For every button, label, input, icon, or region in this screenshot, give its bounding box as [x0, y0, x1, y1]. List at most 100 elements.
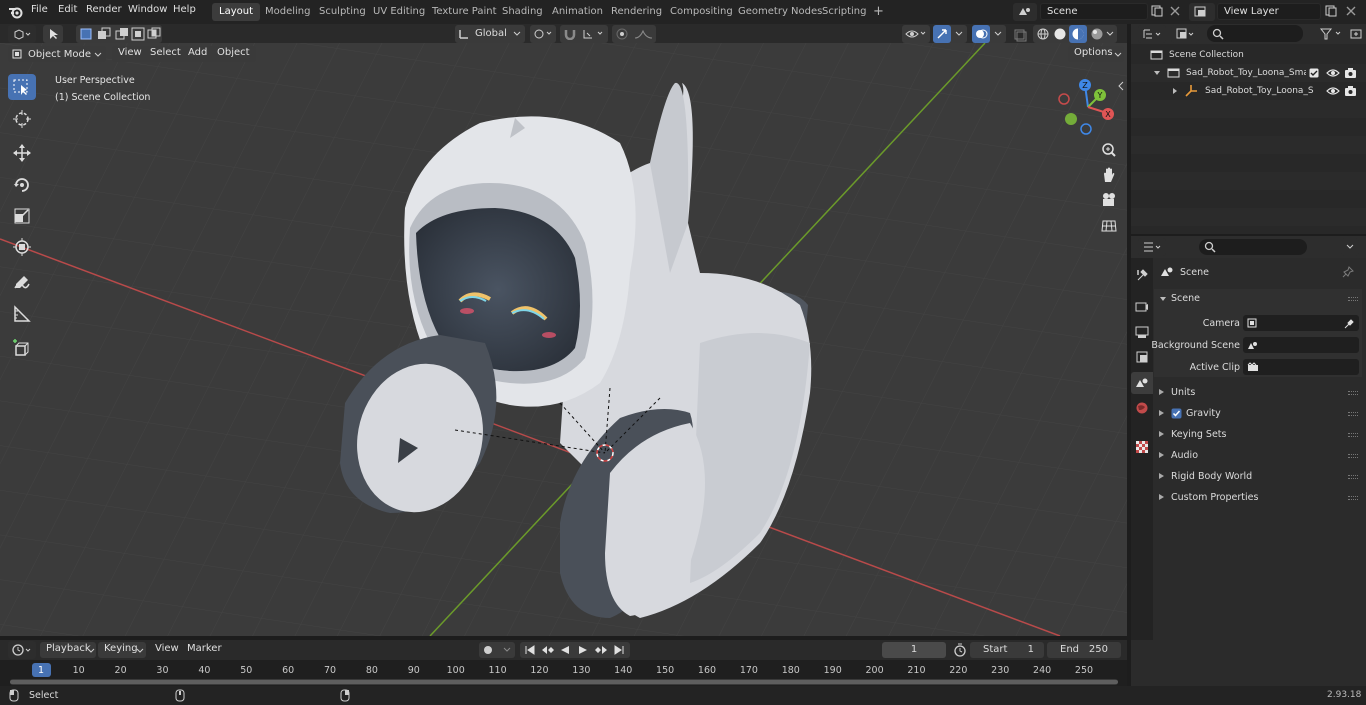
next-keyframe-icon[interactable] — [594, 645, 608, 655]
gizmo-neg-z[interactable] — [1080, 123, 1092, 135]
tab-modeling[interactable]: Modeling — [258, 3, 318, 21]
tab-layout[interactable]: Layout — [212, 3, 260, 21]
properties-editor-type-button[interactable] — [1138, 238, 1166, 256]
tool-add-cube[interactable] — [8, 336, 36, 362]
marker-menu[interactable]: Marker — [181, 642, 228, 658]
filter-icon[interactable] — [1319, 27, 1347, 41]
solid-shading-icon[interactable] — [1053, 27, 1067, 41]
end-frame-field[interactable]: End 250 — [1047, 642, 1121, 658]
object-mode-dropdown[interactable]: Object Mode — [8, 46, 106, 62]
tool-select-box[interactable] — [8, 74, 36, 100]
add-menu[interactable]: Add — [182, 46, 214, 62]
view-layer-selector-button[interactable] — [1189, 3, 1215, 21]
expand-arrow-right-icon[interactable] — [1171, 87, 1179, 95]
pin-icon[interactable] — [1342, 266, 1354, 278]
play-icon[interactable] — [578, 645, 588, 655]
select-extend-icon[interactable] — [97, 27, 111, 41]
outliner-row-collection[interactable]: Sad_Robot_Toy_Loona_Smart — [1131, 64, 1366, 82]
close-scene-icon[interactable] — [1168, 4, 1182, 18]
keying-sets-panel-header[interactable]: Keying Sets — [1154, 425, 1362, 445]
ortho-grid-icon[interactable] — [1100, 216, 1118, 234]
render-camera-icon[interactable] — [1344, 85, 1358, 97]
scene-panel-header[interactable]: Scene — [1154, 289, 1362, 309]
options-dropdown[interactable]: Options — [1068, 46, 1124, 62]
start-frame-field[interactable]: Start 1 — [970, 642, 1044, 658]
properties-search-input[interactable] — [1199, 239, 1307, 255]
timeline-view-menu[interactable]: View — [149, 642, 185, 658]
panel-grip-icon[interactable] — [1348, 475, 1358, 479]
scene-name-field[interactable]: Scene — [1040, 3, 1148, 20]
panel-grip-icon[interactable] — [1348, 454, 1358, 458]
sidebar-toggle-icon[interactable] — [1116, 80, 1126, 92]
material-preview-button[interactable] — [1069, 25, 1087, 43]
menu-edit[interactable]: Edit — [58, 4, 77, 15]
select-menu[interactable]: Select — [144, 46, 187, 62]
menu-render[interactable]: Render — [86, 4, 122, 15]
current-frame-field[interactable]: 1 — [882, 642, 946, 658]
copy-scene-icon[interactable] — [1150, 4, 1164, 18]
close-view-layer-icon[interactable] — [1344, 4, 1358, 18]
eyedropper-icon[interactable] — [1343, 318, 1355, 330]
panel-grip-icon[interactable] — [1348, 297, 1358, 301]
panel-grip-icon[interactable] — [1348, 433, 1358, 437]
falloff-curve-icon[interactable] — [634, 28, 654, 40]
gizmo-neg-y[interactable] — [1065, 113, 1077, 125]
tab-rendering[interactable]: Rendering — [604, 3, 669, 21]
chevron-down-icon[interactable] — [994, 31, 1002, 37]
panel-grip-icon[interactable] — [1348, 391, 1358, 395]
tool-measure[interactable] — [8, 301, 36, 327]
timeline-scrollbar-thumb[interactable] — [10, 680, 1118, 684]
scene-tab[interactable] — [1131, 372, 1153, 394]
select-intersect-icon[interactable] — [147, 27, 161, 41]
blender-logo-icon[interactable] — [8, 4, 24, 20]
outliner-row-scene-collection[interactable]: Scene Collection — [1131, 46, 1366, 64]
tool-annotate[interactable] — [8, 270, 36, 296]
tool-transform[interactable] — [8, 234, 36, 260]
render-tab-icon[interactable] — [1135, 300, 1149, 314]
chevron-down-icon[interactable] — [1106, 31, 1114, 37]
tab-texture-paint[interactable]: Texture Paint — [425, 3, 504, 21]
copy-view-layer-icon[interactable] — [1324, 4, 1338, 18]
camera-field[interactable] — [1243, 315, 1359, 331]
keying-menu[interactable]: Keying — [98, 642, 146, 658]
tool-cursor[interactable] — [8, 106, 36, 132]
timeline-editor-type-button[interactable] — [8, 641, 36, 659]
pan-hand-icon[interactable] — [1100, 166, 1118, 184]
wireframe-shading-icon[interactable] — [1036, 27, 1050, 41]
proportional-edit-icon[interactable] — [615, 28, 629, 40]
outliner-row-object[interactable]: Sad_Robot_Toy_Loona_S — [1131, 82, 1366, 100]
tool-scale[interactable] — [8, 203, 36, 229]
gravity-panel-header[interactable]: Gravity — [1154, 404, 1362, 424]
menu-window[interactable]: Window — [128, 4, 167, 15]
active-clip-field[interactable] — [1243, 359, 1359, 375]
jump-start-icon[interactable] — [524, 645, 536, 655]
chevron-down-icon[interactable] — [955, 31, 963, 37]
select-invert-icon[interactable] — [131, 27, 145, 41]
gizmo-neg-x[interactable] — [1058, 93, 1070, 105]
eye-visibility-icon[interactable] — [1326, 85, 1340, 97]
overlay-toggle-button[interactable] — [972, 25, 990, 43]
view-layer-tab-icon[interactable] — [1135, 350, 1149, 364]
camera-view-icon[interactable] — [1100, 191, 1118, 209]
expand-arrow-down-icon[interactable] — [1153, 69, 1161, 77]
tab-shading[interactable]: Shading — [495, 3, 550, 21]
timeline-scrollbar[interactable] — [10, 679, 1118, 685]
select-new-icon[interactable] — [79, 27, 93, 41]
object-menu[interactable]: Object — [211, 46, 256, 62]
properties-options-button[interactable] — [1341, 238, 1359, 256]
add-workspace-button[interactable]: + — [866, 1, 891, 19]
menu-file[interactable]: File — [31, 4, 48, 15]
tab-scripting[interactable]: Scripting — [815, 3, 873, 21]
gizmo-toggle-button[interactable] — [933, 25, 951, 43]
tab-sculpting[interactable]: Sculpting — [312, 3, 373, 21]
output-tab-icon[interactable] — [1135, 325, 1149, 339]
play-reverse-icon[interactable] — [560, 645, 570, 655]
tab-uv-editing[interactable]: UV Editing — [366, 3, 432, 21]
panel-grip-icon[interactable] — [1348, 412, 1358, 416]
tool-move[interactable] — [8, 140, 36, 166]
tab-compositing[interactable]: Compositing — [663, 3, 740, 21]
tool-settings-tab-icon[interactable] — [1135, 268, 1149, 282]
zoom-icon[interactable] — [1100, 141, 1118, 159]
audio-panel-header[interactable]: Audio — [1154, 446, 1362, 466]
rigid-body-world-panel-header[interactable]: Rigid Body World — [1154, 467, 1362, 487]
